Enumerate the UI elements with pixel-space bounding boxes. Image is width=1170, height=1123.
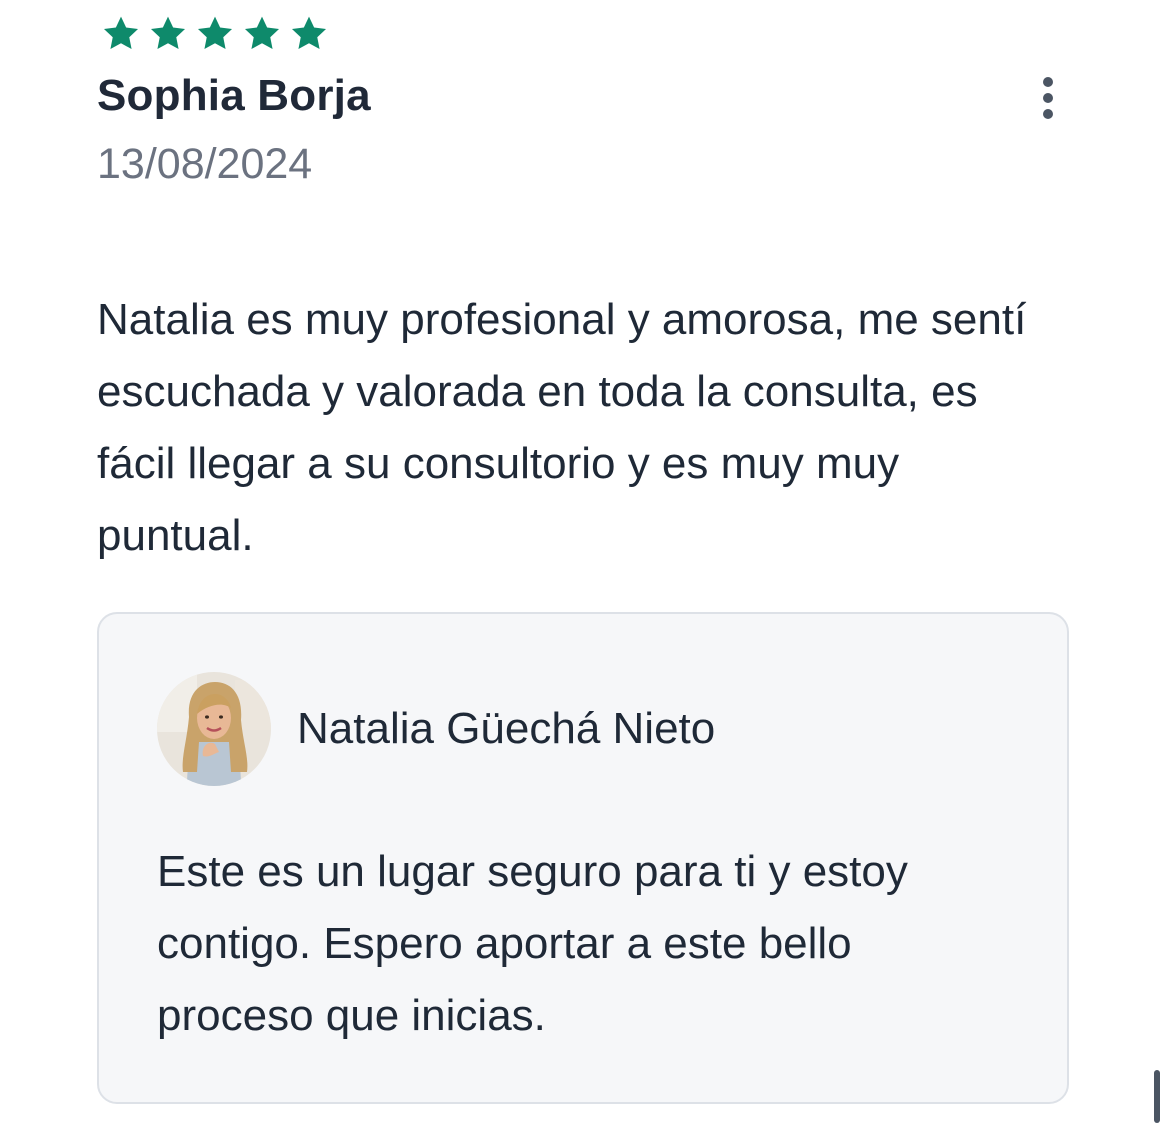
review-comment: Natalia es muy profesional y amorosa, me… [97,295,1027,560]
more-vertical-icon [1043,77,1053,87]
avatar [157,672,271,786]
reply-text: Este es un lugar seguro para ti y estoy … [157,847,908,1040]
reply-author: Natalia Güechá Nieto [297,704,716,753]
star-icon [289,15,329,53]
star-icon [148,15,188,53]
more-options-button[interactable] [1033,72,1063,124]
professional-reply: Natalia Güechá Nieto Este es un lugar se… [97,612,1069,1104]
review-author: Sophia Borja [97,71,371,120]
star-icon [101,15,141,53]
reply-header: Natalia Güechá Nieto [157,672,715,786]
review-header: Sophia Borja 13/08/2024 [97,68,1073,192]
more-vertical-icon-dot [1043,109,1053,119]
star-icon [195,15,235,53]
star-icon [242,15,282,53]
review-card: Sophia Borja 13/08/2024 Natalia es muy p… [97,14,1073,572]
review-date: 13/08/2024 [97,140,313,188]
scrollbar[interactable] [1154,1070,1160,1123]
more-vertical-icon-dot [1043,93,1053,103]
star-rating [101,14,1073,54]
